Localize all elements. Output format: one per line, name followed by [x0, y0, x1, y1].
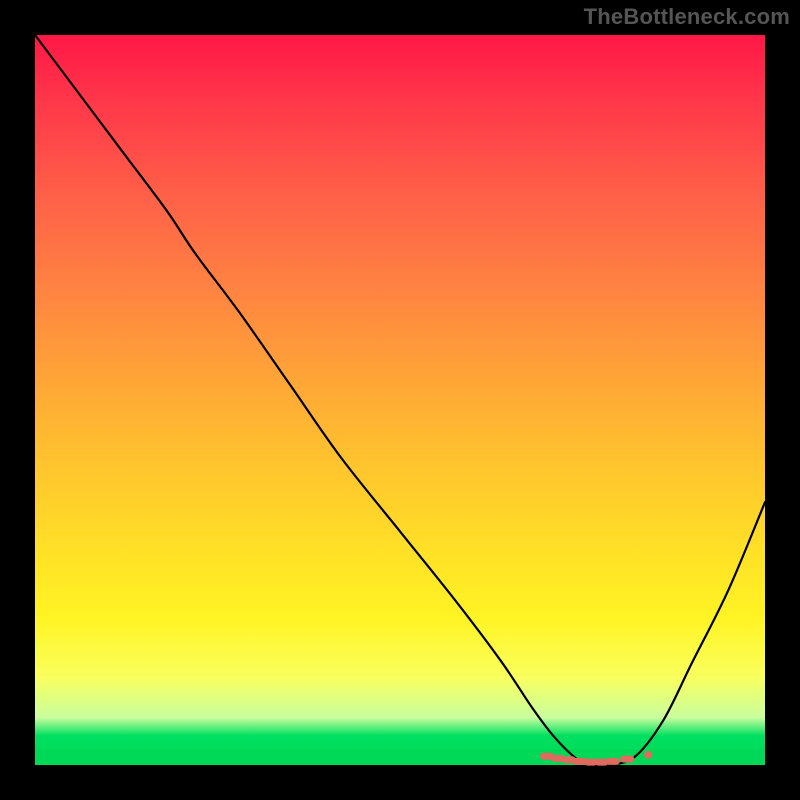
chart-svg — [35, 35, 765, 765]
bottleneck-curve — [35, 35, 765, 766]
watermark-text: TheBottleneck.com — [584, 4, 790, 30]
valley-marker-group — [540, 751, 652, 766]
chart-stage: TheBottleneck.com — [0, 0, 800, 800]
valley-dash — [606, 758, 620, 765]
valley-dash — [620, 756, 634, 763]
plot-area — [35, 35, 765, 765]
valley-dot — [644, 751, 652, 759]
